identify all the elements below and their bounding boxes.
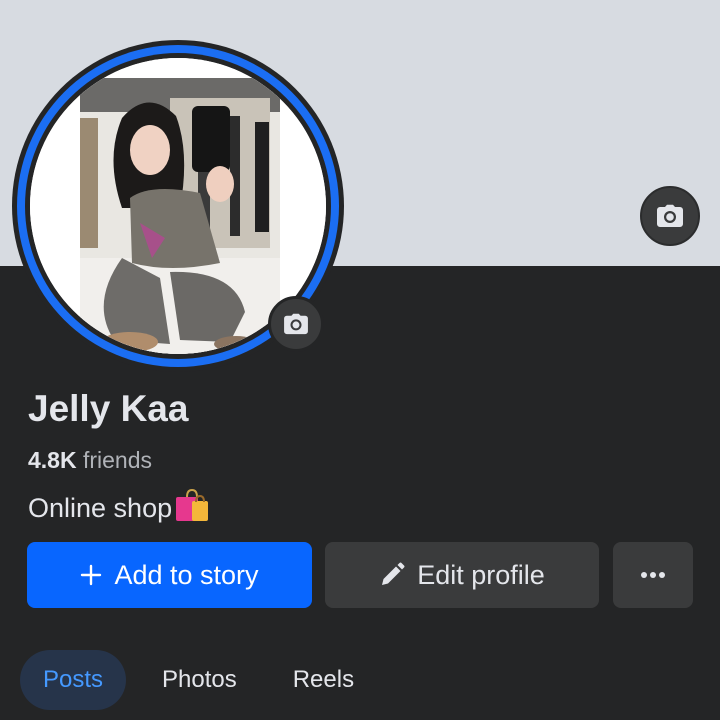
tab-reels[interactable]: Reels bbox=[273, 650, 374, 710]
profile-bio: Online shop bbox=[28, 488, 210, 529]
friends-number: 4.8K bbox=[28, 447, 77, 473]
pencil-icon bbox=[382, 562, 405, 585]
shopping-bags-icon bbox=[174, 488, 210, 529]
more-icon bbox=[641, 572, 665, 578]
camera-icon bbox=[657, 204, 683, 227]
add-to-story-button[interactable]: Add to story bbox=[27, 542, 312, 608]
friends-label: friends bbox=[82, 447, 153, 473]
camera-icon bbox=[284, 313, 308, 335]
tab-photos[interactable]: Photos bbox=[142, 650, 257, 710]
bio-text: Online shop bbox=[28, 493, 173, 523]
edit-profile-label: Edit profile bbox=[417, 559, 545, 590]
profile-name: Jelly Kaa bbox=[28, 388, 189, 429]
more-options-button[interactable] bbox=[613, 542, 693, 608]
edit-cover-button[interactable] bbox=[640, 186, 700, 246]
edit-profile-button[interactable]: Edit profile bbox=[325, 542, 599, 608]
plus-icon bbox=[81, 564, 102, 586]
add-to-story-label: Add to story bbox=[114, 559, 259, 590]
friends-count[interactable]: 4.8K friends bbox=[28, 447, 152, 474]
profile-tabs: Posts Photos Reels bbox=[20, 650, 374, 710]
edit-profile-picture-button[interactable] bbox=[268, 296, 324, 352]
tab-posts[interactable]: Posts bbox=[20, 650, 126, 710]
